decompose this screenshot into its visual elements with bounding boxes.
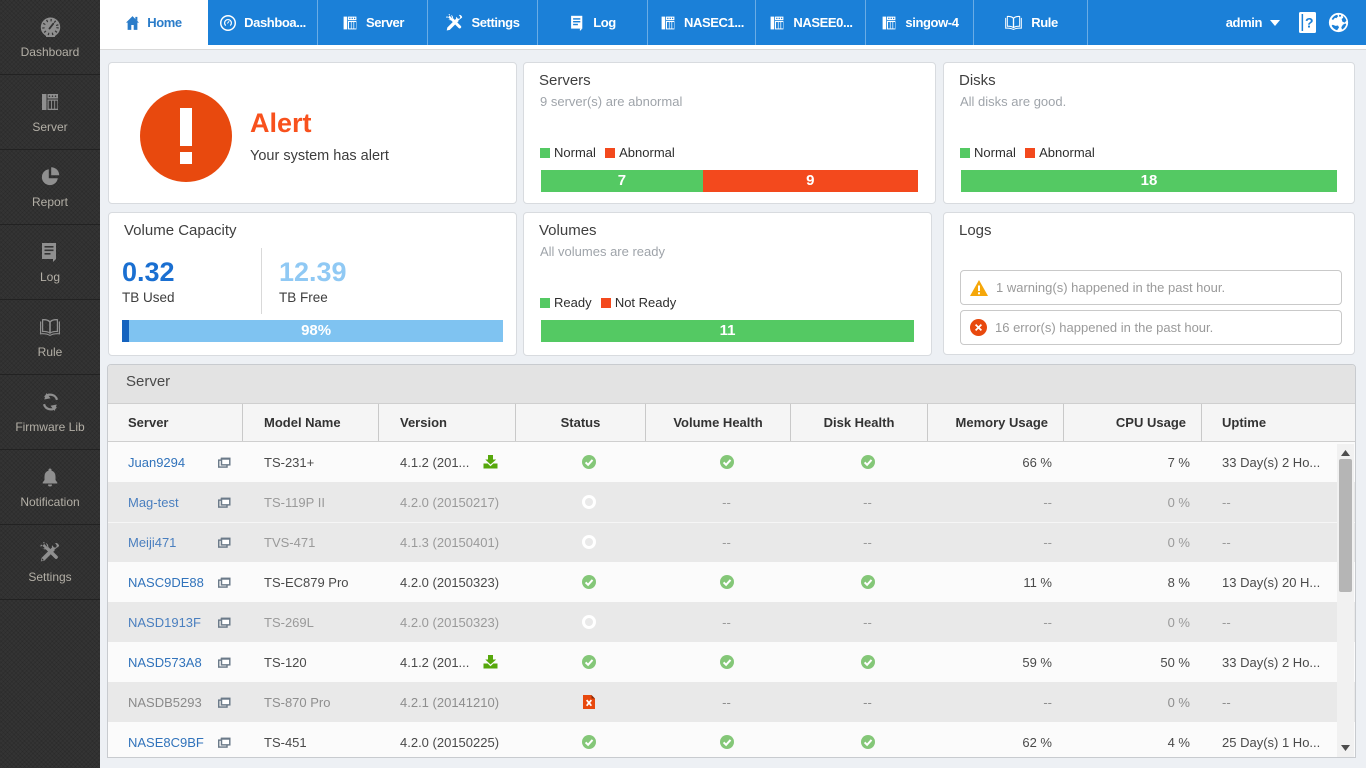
- svg-text:?: ?: [1305, 14, 1314, 30]
